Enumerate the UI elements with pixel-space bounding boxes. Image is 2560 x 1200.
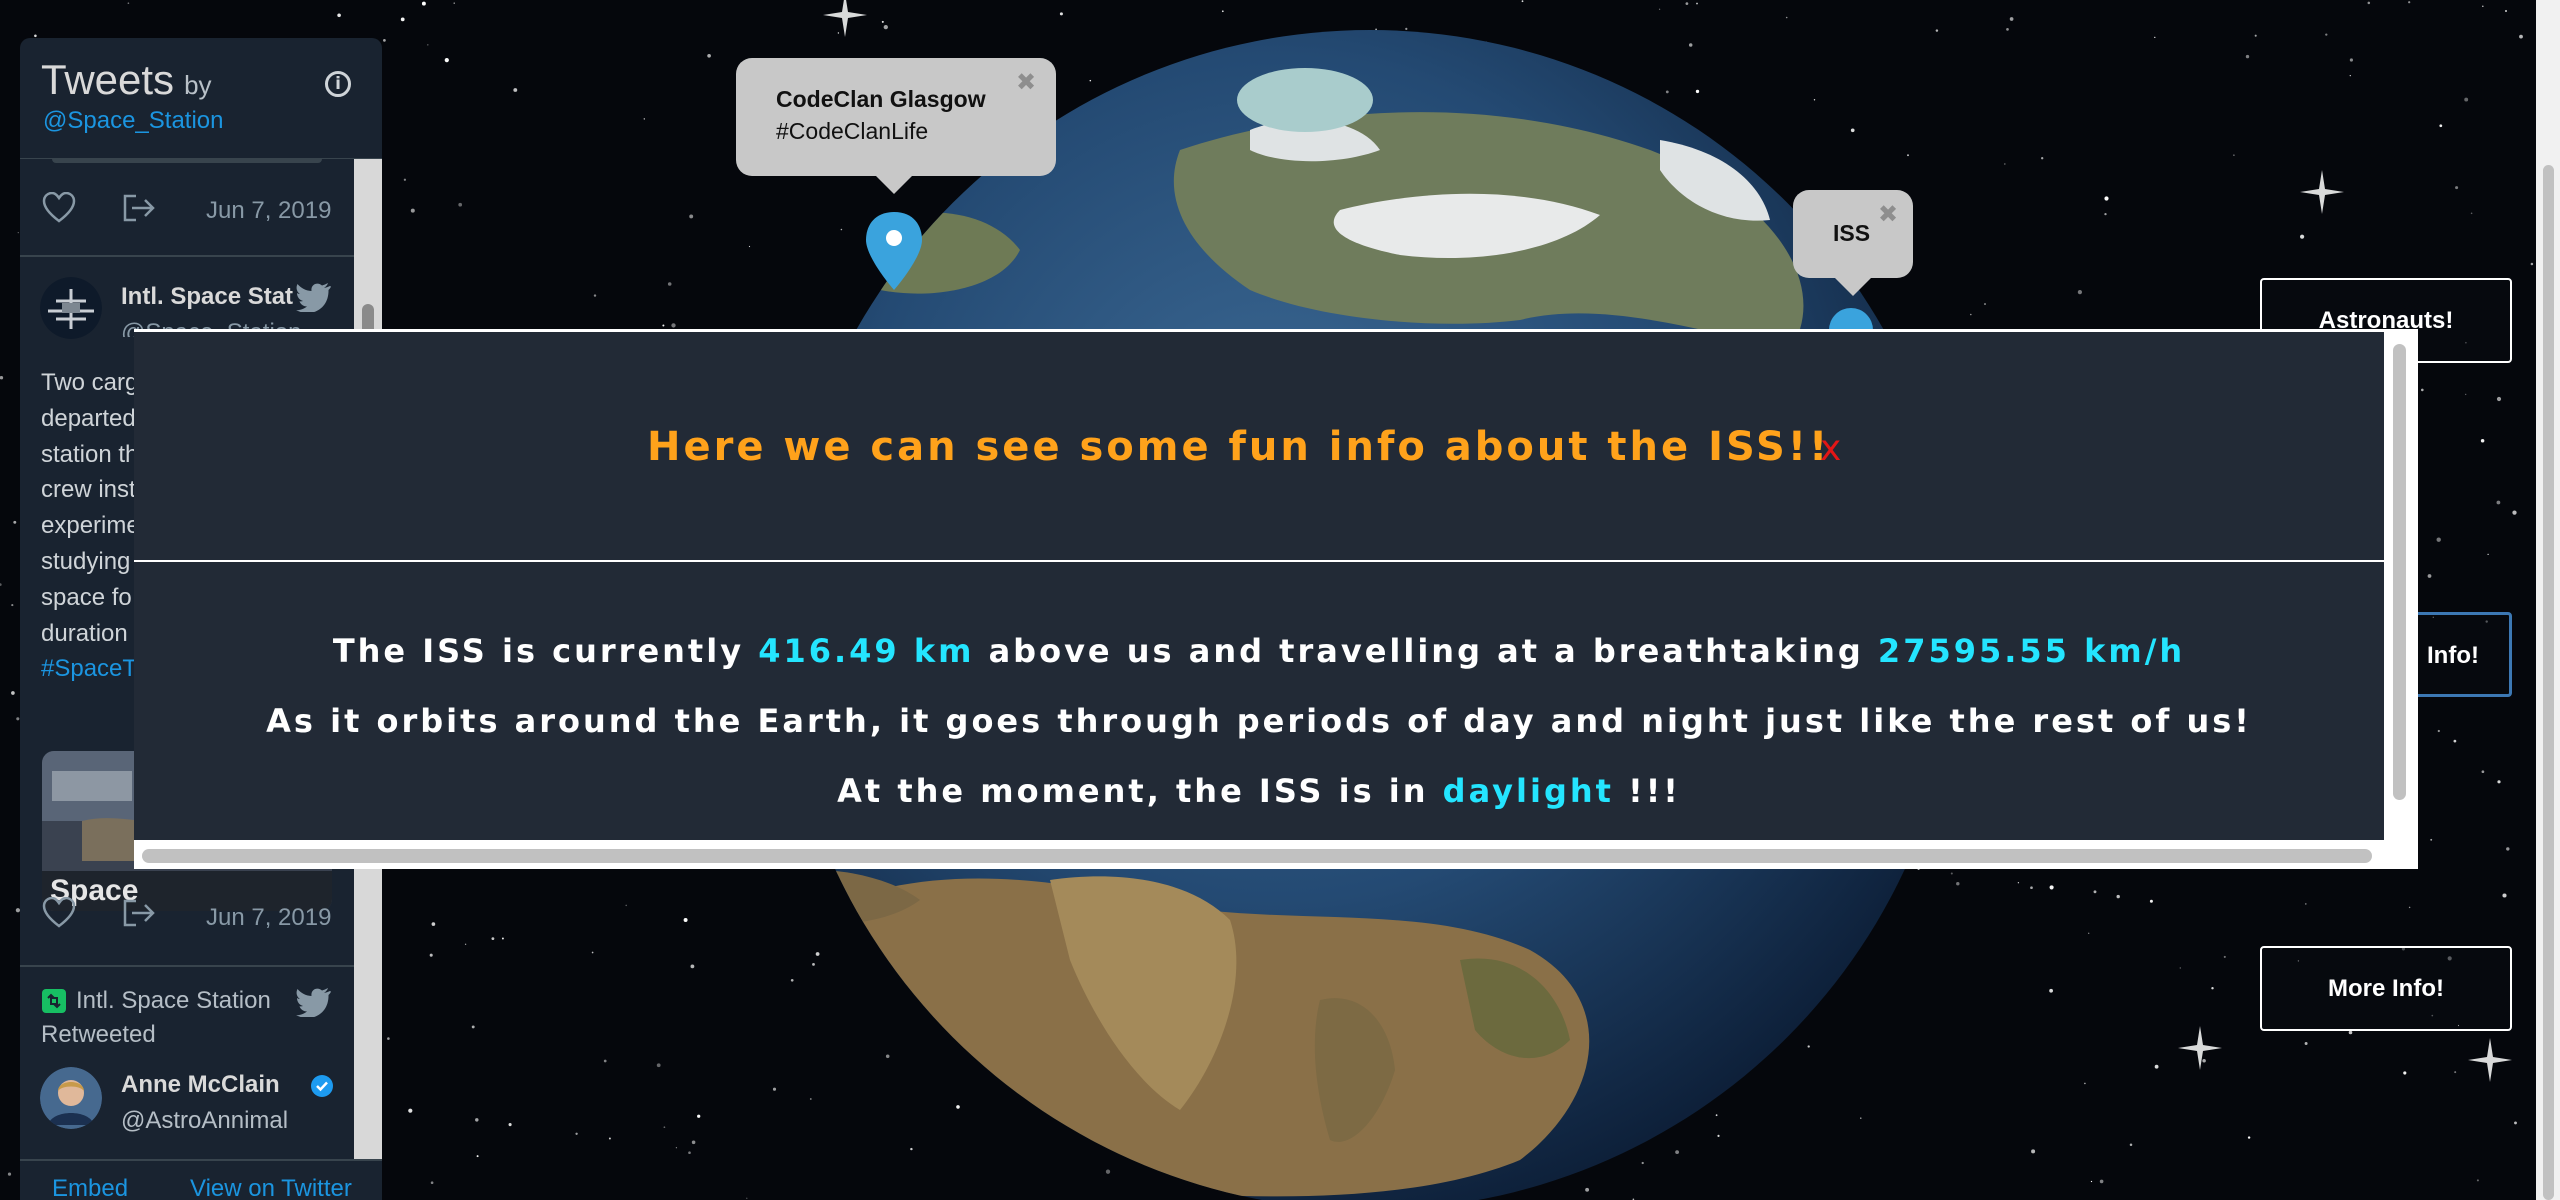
iss-popup: ISS ✖ <box>1793 190 1913 296</box>
page-scrollbar[interactable] <box>2536 0 2560 1200</box>
iss-info-modal: Here we can see some fun info about the … <box>134 329 2418 869</box>
retweet-icon <box>42 989 66 1013</box>
tweet-divider <box>20 255 354 257</box>
share-icon[interactable] <box>122 192 156 224</box>
modal-scrollbar-thumb[interactable] <box>142 849 2372 863</box>
popup-tail <box>1833 276 1873 296</box>
modal-close-button[interactable]: x <box>1820 428 1841 469</box>
text: The ISS is currently <box>332 632 759 670</box>
info-icon[interactable]: i <box>325 71 351 97</box>
arctic-ice <box>1237 68 1373 132</box>
modal-header: Here we can see some fun info about the … <box>134 332 2384 562</box>
modal-scrollbar-thumb[interactable] <box>2393 344 2406 800</box>
iss-altitude-value: 416.49 km <box>758 632 975 670</box>
text: At the moment, the ISS is in <box>837 772 1443 810</box>
twitter-title: Tweets by <box>41 56 212 104</box>
twitter-bird-icon[interactable] <box>296 282 332 312</box>
embed-link[interactable]: Embed <box>52 1175 128 1200</box>
retweet-label-2: Retweeted <box>41 1021 156 1048</box>
daylight-status-line: At the moment, the ISS is in daylight !!… <box>134 772 2384 810</box>
popup-tail <box>874 174 914 194</box>
twitter-title-text: Tweets <box>41 56 175 103</box>
day-night-line: As it orbits around the Earth, it goes t… <box>266 702 2252 740</box>
popup-close-icon[interactable]: ✖ <box>1016 68 1036 96</box>
avatar[interactable] <box>40 1067 102 1129</box>
popup-close-icon[interactable]: ✖ <box>1878 200 1898 228</box>
text: !!! <box>1613 772 1681 810</box>
tweet-date[interactable]: Jun 7, 2019 <box>206 904 331 932</box>
twitter-by: by <box>184 70 212 100</box>
twitter-footer: Embed View on Twitter <box>20 1159 382 1200</box>
twitter-header: Tweets by @Space_Station i <box>20 38 382 159</box>
retweet-label[interactable]: Intl. Space Station <box>76 987 271 1015</box>
modal-title: Here we can see some fun info about the … <box>647 424 1831 470</box>
tweet-author-handle[interactable]: @AstroAnnimal <box>121 1107 288 1135</box>
tweet-author-name[interactable]: Intl. Space Stat <box>121 283 293 311</box>
tweet-date[interactable]: Jun 7, 2019 <box>206 197 331 225</box>
page-scrollbar-thumb[interactable] <box>2543 165 2554 1200</box>
modal-horizontal-scrollbar[interactable] <box>134 840 2415 869</box>
view-on-twitter-link[interactable]: View on Twitter <box>190 1175 352 1200</box>
twitter-handle-link[interactable]: @Space_Station <box>43 107 223 135</box>
twitter-bird-icon[interactable] <box>296 987 332 1017</box>
daylight-status-value: daylight <box>1442 772 1614 810</box>
share-icon[interactable] <box>122 897 156 929</box>
popup-title: CodeClan Glasgow <box>776 86 986 112</box>
like-heart-icon[interactable] <box>42 897 76 929</box>
text: above us and travelling at a breathtakin… <box>974 632 1878 670</box>
tweet-divider <box>20 965 354 967</box>
tweet-author-name[interactable]: Anne McClain <box>121 1071 280 1099</box>
popup-subtitle: #CodeClanLife <box>776 118 929 144</box>
modal-vertical-scrollbar[interactable] <box>2384 332 2415 840</box>
verified-badge-icon <box>311 1075 333 1097</box>
iss-speed-value: 27595.55 km/h <box>1877 632 2186 670</box>
like-heart-icon[interactable] <box>42 192 76 224</box>
iss-altitude-speed-line: The ISS is currently 416.49 km above us … <box>134 632 2384 670</box>
more-info-button[interactable]: More Info! <box>2260 946 2512 1031</box>
avatar[interactable] <box>40 277 102 339</box>
popup-title: ISS <box>1833 220 1871 246</box>
codeclan-glasgow-popup: CodeClan Glasgow #CodeClanLife ✖ <box>736 58 1056 194</box>
